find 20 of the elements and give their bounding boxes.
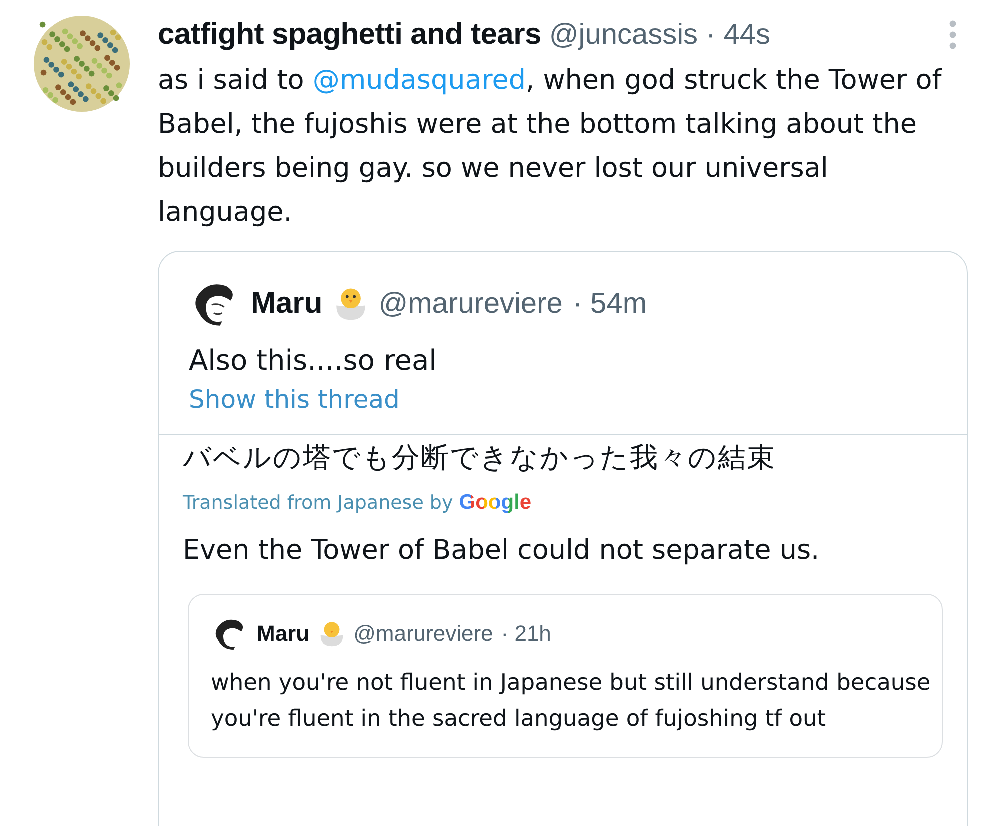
nested-quote-text: when you're not fluent in Japanese but still understand because you're fluent in the sacred language of fujoshing tf out (211, 669, 931, 734)
display-name[interactable]: Maru (251, 287, 323, 321)
translation-label: Translated from Japanese by (183, 492, 454, 514)
display-name[interactable]: catfight spaghetti and tears (158, 18, 542, 52)
tweet-text: as i said to @mudasquared, when god struck the Tower of Babel, the fujoshis were at the bottom talking about the builders being gay. so we never lost our universal language. (158, 64, 944, 230)
translation-text: Even the Tower of Babel could not separate us. (183, 535, 821, 566)
timestamp: · 44s (706, 18, 771, 52)
quote-card[interactable] (158, 251, 968, 826)
user-handle: @marureviere (378, 288, 563, 320)
timestamp: · 21h (501, 621, 552, 647)
timestamp: · 54m (572, 288, 647, 320)
quote-text: Also this....so real (189, 344, 438, 377)
google-logo: Google (459, 491, 532, 515)
show-thread-link[interactable]: Show this thread (189, 385, 400, 414)
user-handle: @marureviere (354, 621, 494, 647)
nested-quote-card[interactable]: Maru @marureviere · 21h when you're not fluent in Japanese but still understand because you're fluent in the sacred language of fujoshing tf out (188, 594, 943, 758)
japanese-text: バベルの塔でも分断できなかった我々の結束 (183, 440, 777, 476)
display-name[interactable]: Maru (257, 621, 310, 647)
user-handle: @juncassis (549, 18, 698, 52)
avatar[interactable] (33, 15, 131, 113)
